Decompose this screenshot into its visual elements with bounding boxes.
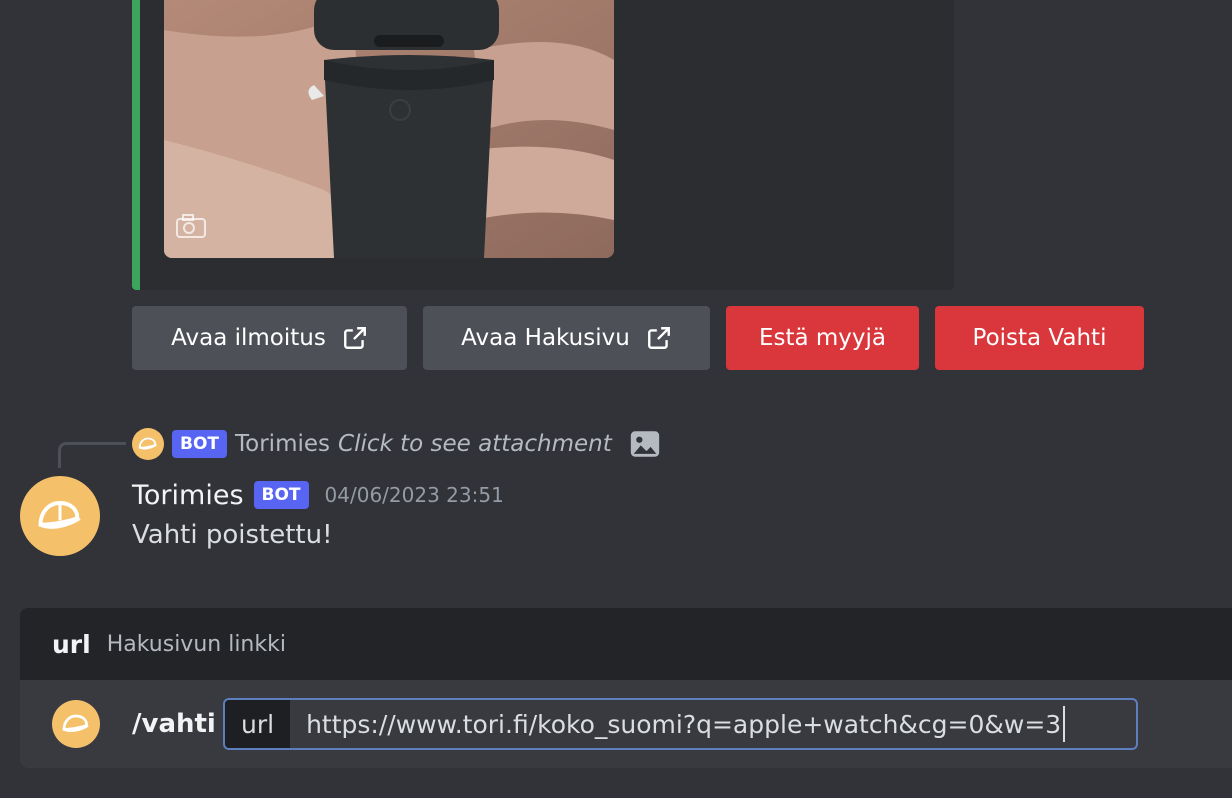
bot-tag: BOT	[253, 481, 309, 509]
url-value-text: https://www.tori.fi/koko_suomi?q=apple+w…	[306, 709, 1062, 739]
camera-icon	[174, 212, 208, 244]
author-avatar[interactable]	[20, 476, 100, 556]
command-bot-avatar	[52, 700, 100, 748]
watch-photo	[164, 0, 614, 258]
open-search-label: Avaa Hakusivu	[461, 325, 630, 351]
reply-avatar[interactable]	[132, 428, 164, 460]
external-link-icon	[343, 327, 366, 349]
image-icon	[630, 431, 659, 457]
open-search-button[interactable]: Avaa Hakusivu	[423, 306, 710, 370]
delete-watch-button[interactable]: Poista Vahti	[935, 306, 1144, 370]
cap-icon	[138, 437, 157, 450]
message-body: Vahti poistettu!	[132, 520, 333, 550]
delete-watch-label: Poista Vahti	[972, 325, 1107, 351]
text-caret	[1063, 706, 1066, 742]
option-name: url	[52, 629, 91, 659]
embed-image[interactable]	[164, 0, 614, 258]
open-listing-label: Avaa ilmoitus	[171, 325, 326, 351]
reply-text[interactable]: Click to see attachment	[338, 431, 612, 457]
block-seller-button[interactable]: Estä myyjä	[726, 306, 919, 370]
reply-reference[interactable]: BOT Torimies Click to see attachment	[132, 426, 662, 462]
url-option-input[interactable]: url https://www.tori.fi/koko_suomi?q=app…	[223, 698, 1138, 750]
cap-icon	[62, 714, 89, 732]
message-timestamp: 04/06/2023 23:51	[324, 483, 504, 507]
option-pill-label: url	[225, 700, 291, 748]
external-link-icon	[647, 327, 670, 349]
option-pill-value[interactable]: https://www.tori.fi/koko_suomi?q=apple+w…	[290, 700, 1136, 748]
open-listing-button[interactable]: Avaa ilmoitus	[132, 306, 407, 370]
cap-icon	[38, 501, 81, 529]
block-seller-label: Estä myyjä	[758, 325, 887, 351]
option-description: Hakusivun linkki	[106, 631, 286, 657]
command-name: /vahti	[132, 709, 216, 739]
reply-spine	[58, 442, 126, 468]
command-option-hint: url Hakusivun linkki	[20, 608, 1232, 680]
chat-view: Avaa ilmoitus Avaa Hakusivu Estä myyjä P…	[0, 0, 1232, 798]
bot-tag: BOT	[172, 430, 228, 458]
embed-accent-bar	[132, 0, 140, 290]
author-name[interactable]: Torimies	[132, 480, 244, 511]
reply-author[interactable]: Torimies	[235, 431, 330, 457]
message-header: Torimies BOT 04/06/2023 23:51	[132, 476, 504, 514]
